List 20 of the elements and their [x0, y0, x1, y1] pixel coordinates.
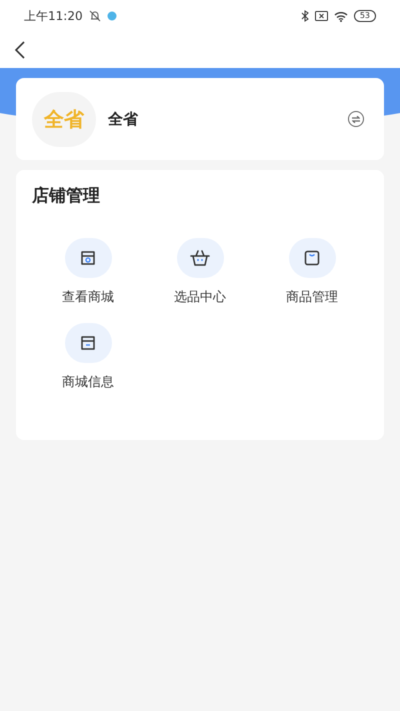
sim-icon	[314, 11, 328, 21]
store-icon	[79, 334, 97, 352]
menu-item[interactable]: 查看商城	[32, 238, 144, 307]
store-search-icon	[79, 248, 97, 266]
wifi-icon	[334, 10, 348, 22]
swap-icon	[352, 116, 360, 122]
switch-button[interactable]	[348, 111, 364, 127]
section-title: 店铺管理	[32, 185, 101, 208]
menu-item[interactable]: 商城信息	[32, 323, 144, 392]
basket-icon	[189, 248, 211, 266]
bag-icon	[303, 248, 321, 266]
bluetooth-icon	[300, 10, 309, 22]
muted-bell-icon	[88, 10, 101, 22]
status-time: 上午11:20	[24, 8, 83, 25]
menu-item[interactable]: 选品中心	[144, 238, 256, 307]
battery-level: 53	[354, 10, 376, 22]
app-dot-icon	[106, 11, 117, 21]
store-name: 全省	[108, 108, 139, 130]
store-avatar: 全省	[32, 92, 96, 146]
menu-item[interactable]: 商品管理	[256, 238, 368, 307]
